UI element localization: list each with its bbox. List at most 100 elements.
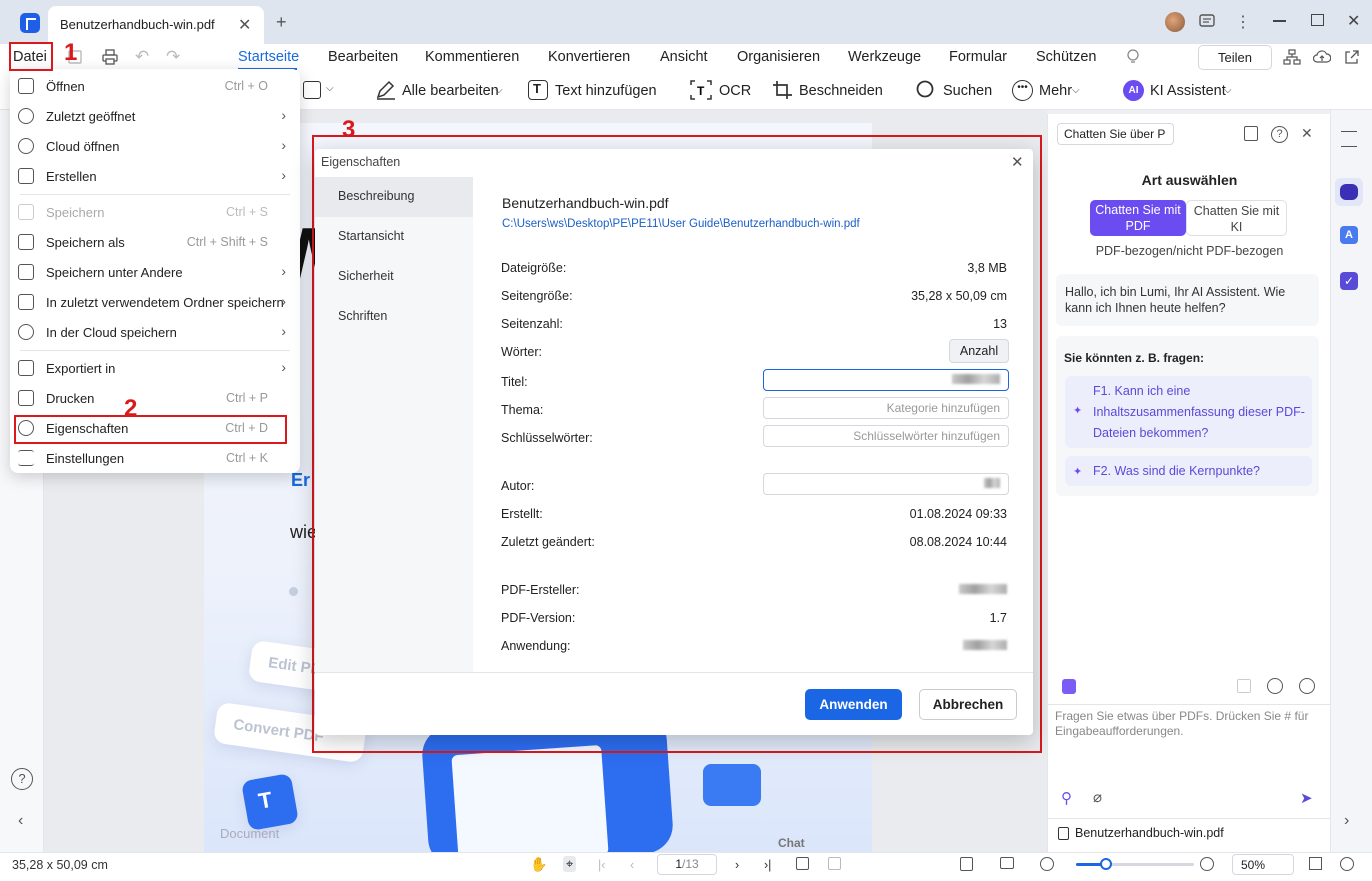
ai-assistant-button[interactable]: KI Assistent	[1150, 83, 1226, 99]
zoom-dropdown[interactable]: 50%	[1232, 854, 1294, 875]
minimize-icon[interactable]	[1273, 20, 1286, 22]
menu-item-open[interactable]: Öffnen Ctrl + O	[10, 71, 300, 101]
more-button[interactable]: Mehr	[1039, 83, 1072, 99]
settings-icon[interactable]	[1299, 678, 1315, 694]
tab-bearbeiten[interactable]: Bearbeiten	[328, 49, 398, 65]
document-tab[interactable]: Benutzerhandbuch-win.pdf ✕	[48, 6, 264, 44]
dialog-close-icon[interactable]: ✕	[1011, 153, 1024, 171]
tab-startseite[interactable]: Startseite	[238, 49, 299, 65]
maximize-icon[interactable]	[1311, 14, 1324, 26]
menu-item-export[interactable]: Exportiert in ›	[10, 353, 300, 383]
author-input[interactable]	[763, 473, 1009, 495]
file-path[interactable]: C:\Users\ws\Desktop\PE\PE11\User Guide\B…	[502, 218, 860, 230]
menu-item-save-cloud[interactable]: In der Cloud speichern ›	[10, 317, 300, 347]
scroll-down-icon[interactable]	[1340, 857, 1354, 871]
export-page-icon[interactable]	[960, 857, 973, 871]
chevron-down-icon[interactable]: ⌵	[1072, 85, 1080, 96]
rotate-icon[interactable]	[796, 857, 809, 870]
menu-item-save-other[interactable]: Speichern unter Andere ›	[10, 257, 300, 287]
close-window-icon[interactable]: ✕	[1347, 11, 1360, 31]
print-icon[interactable]	[102, 49, 118, 65]
tab-ansicht[interactable]: Ansicht	[660, 49, 708, 65]
lightbulb-icon[interactable]: ⚲	[1061, 789, 1072, 807]
tab-sicherheit[interactable]: Sicherheit	[315, 257, 473, 297]
cloud-upload-icon[interactable]	[1313, 49, 1331, 65]
edit-all-button[interactable]: Alle bearbeiten	[402, 83, 499, 99]
menu-item-recent[interactable]: Zuletzt geöffnet ›	[10, 101, 300, 131]
tab-formular[interactable]: Formular	[949, 49, 1007, 65]
adjust-icon[interactable]	[1341, 131, 1357, 147]
page-number-input[interactable]: 1/13	[657, 854, 717, 875]
tab-werkzeuge[interactable]: Werkzeuge	[848, 49, 921, 65]
subject-input[interactable]: Kategorie hinzufügen	[763, 397, 1009, 419]
help-icon[interactable]: ?	[11, 768, 33, 790]
ai-robot-button[interactable]	[1335, 178, 1363, 206]
collapse-right-icon[interactable]: ›	[1344, 812, 1349, 830]
prompt-library-icon[interactable]	[1062, 679, 1076, 694]
tab-beschreibung[interactable]: Beschreibung	[315, 177, 473, 217]
feedback-icon[interactable]	[1199, 13, 1215, 29]
notes-icon[interactable]	[1244, 126, 1258, 141]
collapse-left-icon[interactable]: ‹	[18, 812, 23, 830]
attached-file-name[interactable]: Benutzerhandbuch-win.pdf	[1075, 826, 1224, 840]
chat-with-ai-segment[interactable]: Chatten Sie mit KI	[1186, 200, 1287, 236]
zoom-slider-handle[interactable]	[1100, 858, 1112, 870]
more-vertical-icon[interactable]: ⋮	[1235, 12, 1251, 32]
hand-tool-icon[interactable]: ✋	[530, 856, 547, 873]
help-icon[interactable]: ?	[1271, 126, 1288, 143]
tab-kommentieren[interactable]: Kommentieren	[425, 49, 519, 65]
close-tab-icon[interactable]: ✕	[238, 15, 251, 35]
zoom-out-icon[interactable]	[1040, 857, 1054, 871]
first-page-icon[interactable]: |‹	[598, 858, 605, 872]
new-tab-icon[interactable]: +	[276, 12, 287, 33]
layout-icon[interactable]	[1000, 857, 1014, 869]
avatar[interactable]	[1165, 12, 1185, 32]
app-logo-icon[interactable]	[20, 13, 40, 33]
tab-schriften[interactable]: Schriften	[315, 297, 473, 337]
menu-item-save[interactable]: Speichern Ctrl + S	[10, 197, 300, 227]
share-button[interactable]: Teilen	[1198, 45, 1272, 70]
translate-icon[interactable]: A	[1340, 226, 1358, 244]
zoom-slider[interactable]	[1076, 863, 1194, 866]
apply-button[interactable]: Anwenden	[805, 689, 902, 720]
cancel-button[interactable]: Abbrechen	[919, 689, 1017, 720]
keywords-input[interactable]: Schlüsselwörter hinzufügen	[763, 425, 1009, 447]
network-icon[interactable]	[1283, 49, 1301, 65]
count-words-button[interactable]: Anzahl	[949, 339, 1009, 363]
crop-button[interactable]: Beschneiden	[799, 83, 883, 99]
tab-organisieren[interactable]: Organisieren	[737, 49, 820, 65]
last-page-icon[interactable]: ›|	[764, 858, 771, 872]
chevron-down-icon[interactable]: ⌵	[1224, 85, 1232, 96]
zoom-in-icon[interactable]	[1200, 857, 1214, 871]
chat-with-pdf-segment[interactable]: Chatten Sie mit PDF	[1090, 200, 1186, 236]
search-button[interactable]: Suchen	[943, 83, 992, 99]
menu-item-settings[interactable]: Einstellungen Ctrl + K	[10, 443, 300, 473]
ocr-button[interactable]: OCR	[719, 83, 751, 99]
check-icon[interactable]: ✓	[1340, 272, 1358, 290]
tab-startansicht[interactable]: Startansicht	[315, 217, 473, 257]
select-box-icon[interactable]	[303, 81, 321, 99]
select-tool-icon[interactable]: ⌖	[563, 856, 577, 872]
chat-input[interactable]: Fragen Sie etwas über PDFs. Drücken Sie …	[1055, 709, 1325, 739]
send-icon[interactable]: ➤	[1300, 789, 1313, 807]
menu-item-print[interactable]: Drucken Ctrl + P	[10, 383, 300, 413]
chevron-down-icon[interactable]: ⌵	[495, 85, 503, 96]
add-text-button[interactable]: Text hinzufügen	[555, 83, 657, 99]
next-page-icon[interactable]: ›	[735, 858, 739, 872]
redo-icon[interactable]: ↷	[166, 47, 180, 67]
fit-page-icon[interactable]	[828, 857, 841, 870]
fullscreen-icon[interactable]	[1309, 857, 1322, 870]
tab-konvertieren[interactable]: Konvertieren	[548, 49, 630, 65]
menu-item-save-recent-folder[interactable]: In zuletzt verwendetem Ordner speichern ›	[10, 287, 300, 317]
undo-icon[interactable]: ↶	[135, 47, 149, 67]
share-out-icon[interactable]	[1344, 49, 1360, 65]
lightbulb-icon[interactable]	[1125, 48, 1141, 66]
chevron-down-icon[interactable]: ⌵	[326, 83, 334, 94]
chat-mode-dropdown[interactable]: Chatten Sie über P	[1057, 123, 1174, 145]
close-panel-icon[interactable]: ✕	[1301, 125, 1313, 142]
menu-item-cloud-open[interactable]: Cloud öffnen ›	[10, 131, 300, 161]
title-input[interactable]	[763, 369, 1009, 391]
history-icon[interactable]	[1267, 678, 1283, 694]
prev-page-icon[interactable]: ‹	[630, 858, 634, 872]
tab-schuetzen[interactable]: Schützen	[1036, 49, 1096, 65]
